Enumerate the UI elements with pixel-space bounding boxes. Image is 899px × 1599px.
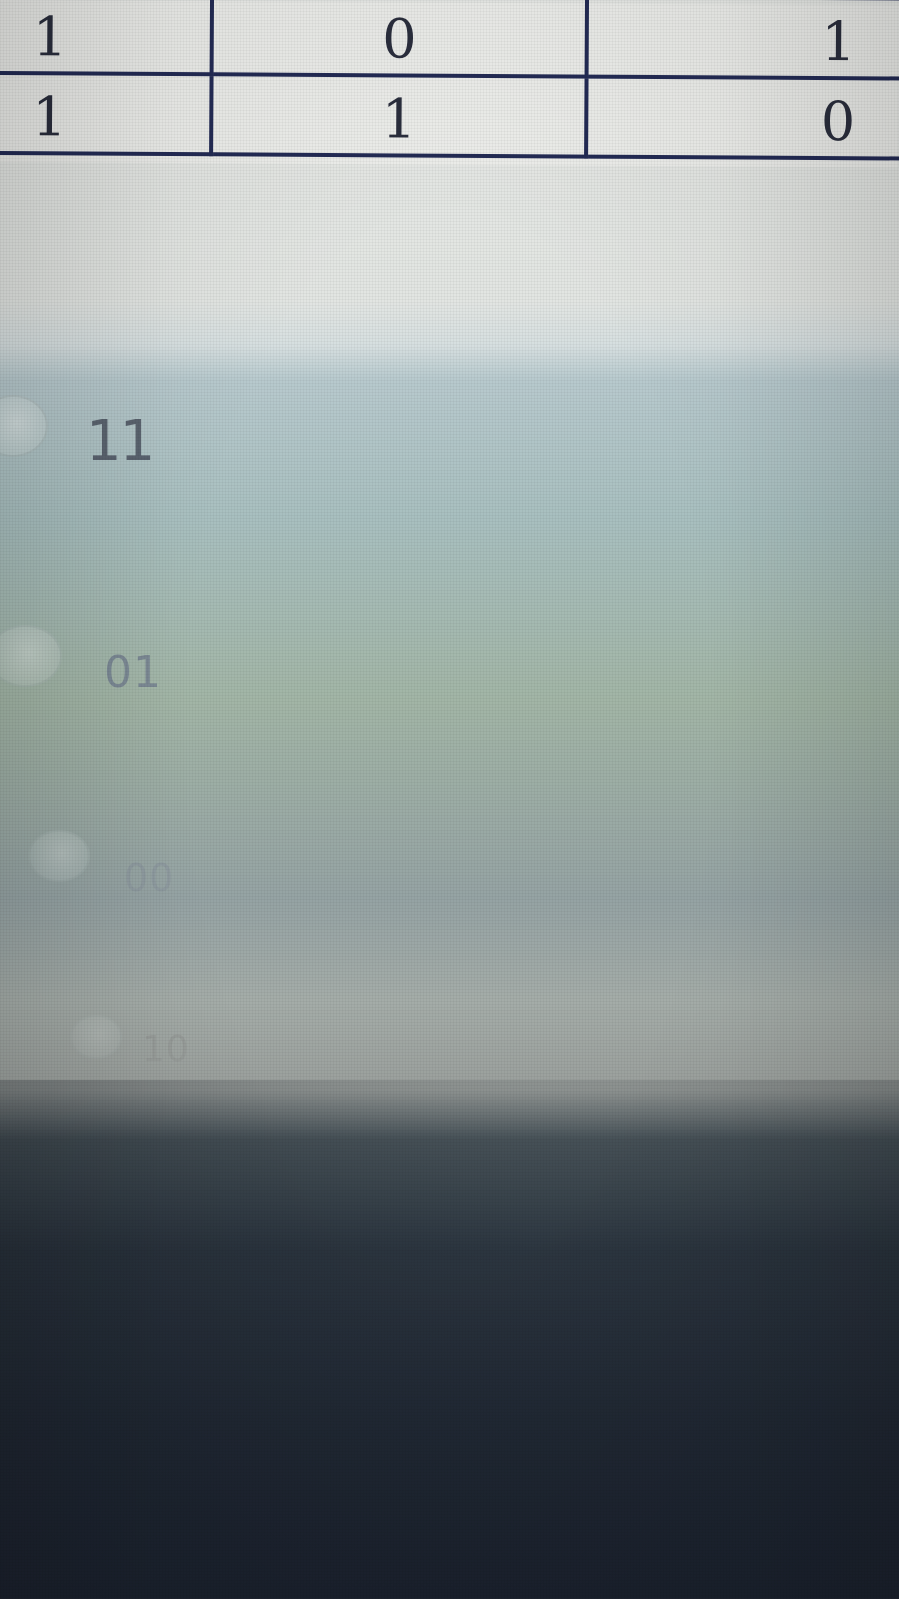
- option-label: 10: [142, 1029, 190, 1070]
- radio-button[interactable]: [0, 395, 48, 457]
- option-label: 01: [104, 647, 162, 698]
- radio-button[interactable]: [0, 625, 62, 687]
- radio-button[interactable]: [70, 1015, 122, 1059]
- answer-options: 11 01 00 10: [0, 0, 899, 1599]
- radio-button[interactable]: [28, 830, 90, 882]
- option-label: 11: [86, 409, 155, 474]
- photographed-screen: { "truth_table": { "rows": [ ["1", "0", …: [0, 0, 899, 1599]
- option-label: 00: [124, 856, 175, 900]
